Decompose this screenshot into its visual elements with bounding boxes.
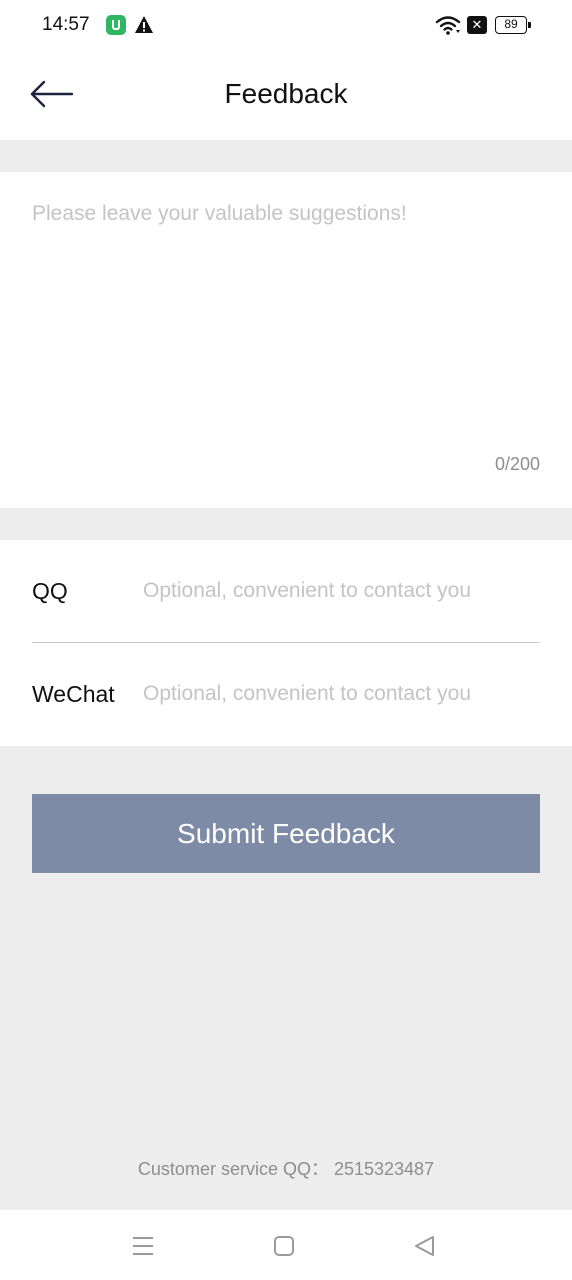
customer-service-text: Customer service QQ： 2515323487 <box>137 1159 435 1179</box>
battery-icon: 89 <box>495 16 531 34</box>
home-icon <box>274 1236 294 1256</box>
menu-button[interactable] <box>129 1232 157 1260</box>
navigation-bar <box>0 1210 572 1280</box>
submit-feedback-button[interactable]: Submit Feedback <box>32 794 540 873</box>
status-time: 14:57 <box>42 14 90 35</box>
no-sim-icon: ✕ <box>467 16 487 34</box>
char-counter: 0/200 <box>494 454 540 474</box>
qq-row: QQ <box>32 540 540 643</box>
suggestion-textarea[interactable] <box>32 202 540 442</box>
qq-label: QQ <box>32 578 68 604</box>
wechat-input[interactable] <box>143 677 533 711</box>
contact-card: QQ WeChat <box>0 540 572 746</box>
app-notification-icon <box>106 15 126 35</box>
back-triangle-icon <box>415 1236 434 1256</box>
wechat-row: WeChat <box>32 643 540 745</box>
home-button[interactable] <box>270 1232 298 1260</box>
status-bar: 14:57 ✕ 89 <box>0 0 572 52</box>
wifi-icon <box>435 16 461 35</box>
page-title: Feedback <box>224 78 348 109</box>
nav-back-button[interactable] <box>411 1232 439 1260</box>
wechat-label: WeChat <box>32 681 115 707</box>
suggestion-card: 0/200 <box>0 172 572 508</box>
header: Feedback <box>0 52 572 140</box>
warning-icon <box>135 16 153 33</box>
menu-icon <box>133 1237 153 1255</box>
qq-input[interactable] <box>143 574 533 608</box>
